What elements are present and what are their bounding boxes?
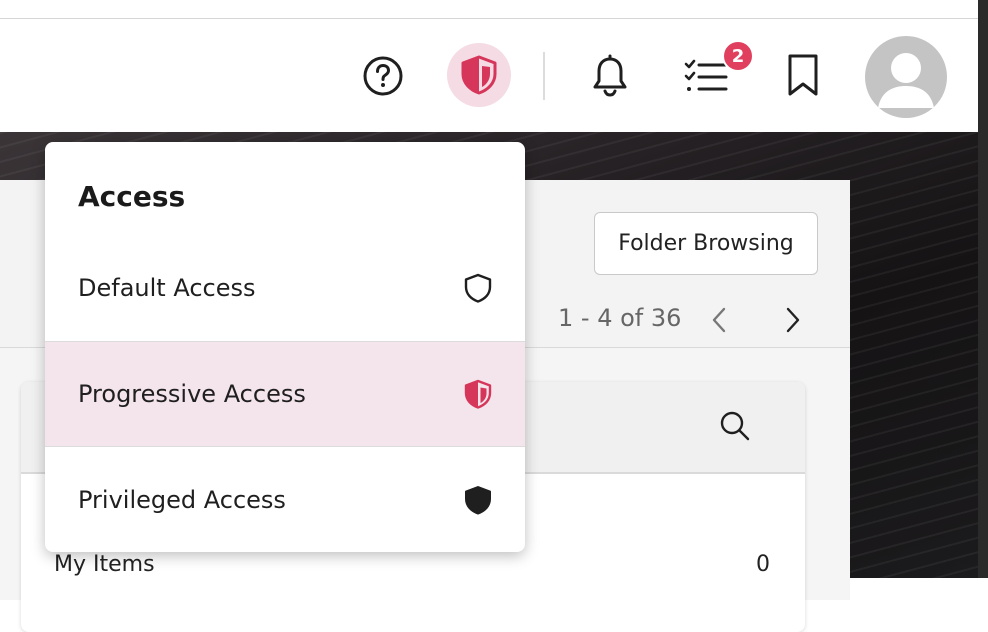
bell-icon bbox=[593, 54, 627, 97]
bookmark-button[interactable] bbox=[785, 52, 821, 98]
access-level-button[interactable] bbox=[447, 43, 511, 107]
tasks-button[interactable] bbox=[683, 56, 729, 96]
shield-outline-icon bbox=[463, 273, 493, 303]
shield-filled-icon bbox=[463, 485, 493, 515]
user-avatar-icon bbox=[878, 53, 934, 108]
menu-item-label: Privileged Access bbox=[78, 486, 286, 514]
menu-item-progressive-access[interactable]: Progressive Access bbox=[45, 341, 525, 447]
search-button[interactable] bbox=[719, 410, 751, 442]
access-dropdown-menu: Access Default Access Progressive Access… bbox=[45, 142, 525, 552]
half-shield-icon bbox=[461, 55, 497, 95]
my-items-count: 0 bbox=[756, 552, 770, 577]
pagination-text: 1 - 4 of 36 bbox=[558, 304, 682, 332]
search-icon bbox=[720, 411, 750, 441]
access-menu-title: Access bbox=[78, 180, 186, 213]
menu-item-label: Progressive Access bbox=[78, 380, 306, 408]
chevron-left-icon bbox=[712, 307, 726, 333]
help-button[interactable] bbox=[361, 54, 405, 98]
menu-item-label: Default Access bbox=[78, 274, 256, 302]
user-avatar[interactable] bbox=[865, 36, 947, 118]
chevron-right-icon bbox=[786, 307, 800, 333]
header-divider bbox=[543, 52, 545, 100]
my-items-label[interactable]: My Items bbox=[54, 552, 155, 577]
previous-page-button[interactable] bbox=[708, 306, 732, 334]
menu-item-privileged-access[interactable]: Privileged Access bbox=[45, 447, 525, 552]
folder-browsing-button[interactable]: Folder Browsing bbox=[594, 212, 818, 275]
menu-item-default-access[interactable]: Default Access bbox=[45, 235, 525, 341]
question-circle-icon bbox=[363, 56, 403, 96]
checklist-icon bbox=[684, 59, 728, 91]
tasks-count-badge: 2 bbox=[722, 40, 754, 72]
notifications-button[interactable] bbox=[588, 52, 632, 100]
half-shield-icon bbox=[463, 379, 493, 409]
bookmark-icon bbox=[788, 54, 818, 96]
background-edge bbox=[978, 0, 988, 578]
next-page-button[interactable] bbox=[780, 306, 804, 334]
browser-top-strip bbox=[0, 0, 978, 19]
